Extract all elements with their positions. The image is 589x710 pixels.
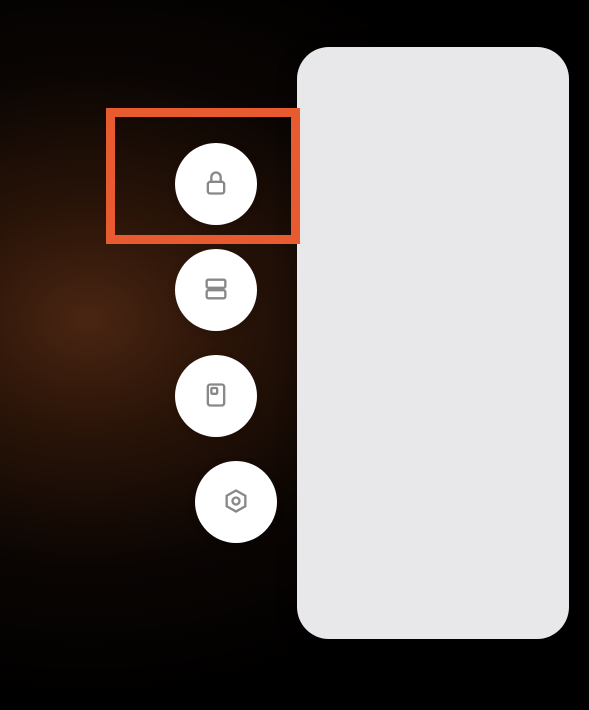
app-preview-card[interactable] <box>297 47 569 639</box>
settings-button[interactable] <box>195 461 277 543</box>
split-screen-icon <box>202 275 230 306</box>
settings-icon <box>222 487 250 518</box>
action-button-group <box>155 143 277 543</box>
floating-window-button[interactable] <box>175 355 257 437</box>
split-screen-button[interactable] <box>175 249 257 331</box>
lock-button[interactable] <box>175 143 257 225</box>
floating-window-icon <box>202 381 230 412</box>
lock-icon <box>202 169 230 200</box>
